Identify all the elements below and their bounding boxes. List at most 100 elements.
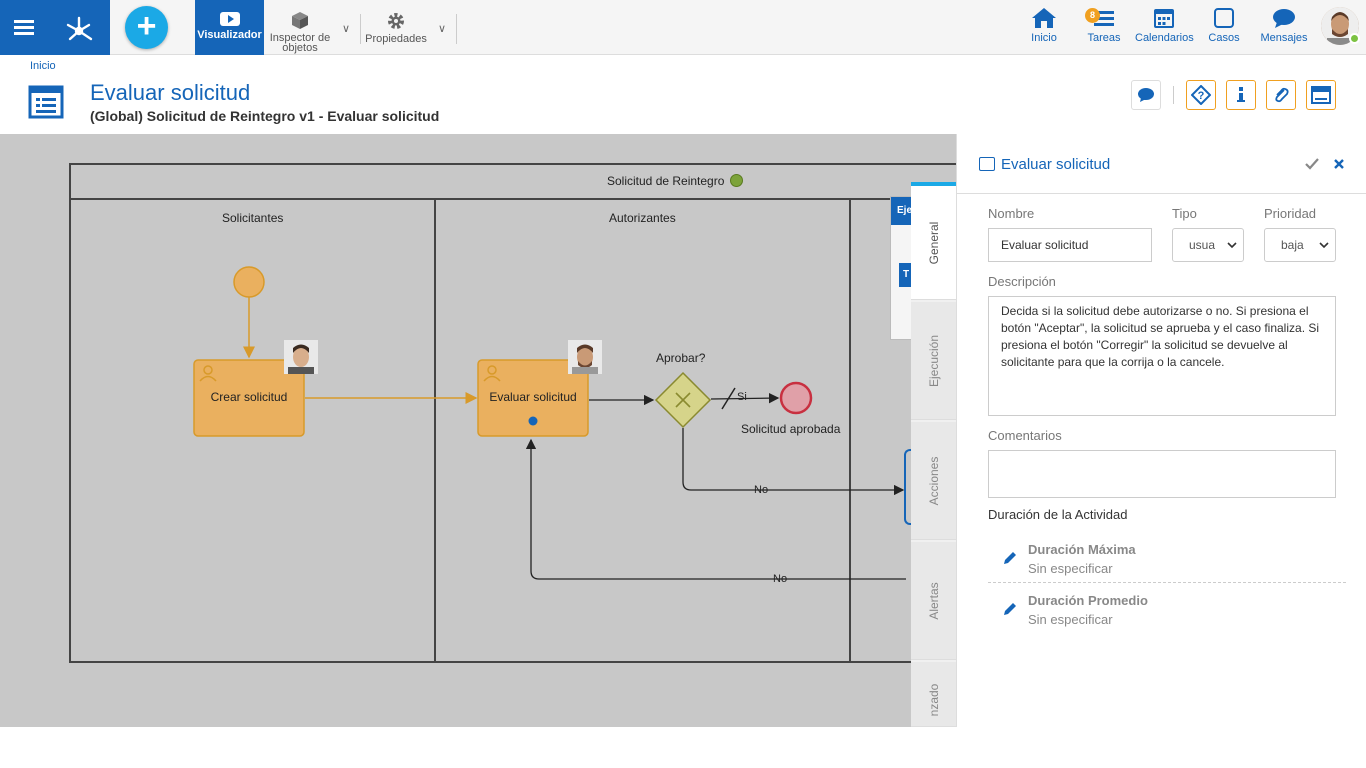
prioridad-select[interactable]: baja [1264,228,1336,262]
tab-acciones-label: Acciones [927,456,941,505]
tareas-badge: 8 [1085,8,1100,23]
svg-text:?: ? [1198,90,1205,102]
comment-button[interactable] [1131,80,1161,110]
flow-si-label: Si [737,391,747,403]
edit-icon[interactable] [1002,550,1018,566]
flow-no-label: No [754,484,769,496]
comment-icon [1138,88,1154,102]
breadcrumb[interactable]: Inicio [30,60,56,72]
nav-calendarios[interactable]: Calendarios [1135,6,1194,44]
case-icon [1214,8,1234,28]
nav-inicio-label: Inicio [1031,32,1057,44]
attachment-button[interactable] [1266,80,1296,110]
tab-avanzado-label: nzado [927,684,941,717]
panel-title: Evaluar solicitud [1001,156,1111,173]
top-bar: + Visualizador Inspector de objetos ∨ Pr… [0,0,1366,55]
nav-calendarios-label: Calendarios [1135,32,1194,44]
add-button[interactable]: + [125,6,168,49]
layout-icon [1311,86,1331,104]
chat-icon [1273,9,1295,28]
app-logo[interactable] [48,0,110,55]
comentarios-textarea[interactable] [988,450,1336,498]
start-event [233,266,265,298]
flow-no-2 [525,438,906,580]
end-event [779,381,813,415]
descripcion-textarea[interactable]: Decida si la solicitud debe autorizarse … [988,296,1336,416]
home-icon [1032,8,1056,28]
divider [988,582,1346,583]
chevron-down-icon [1227,241,1237,248]
tool-inspector[interactable]: Inspector de objetos [268,0,332,55]
duracion-label: Duración de la Actividad [988,507,1128,522]
task-crear-label[interactable]: Crear solicitud [194,390,304,404]
chevron-down-icon [1319,241,1329,248]
nav-casos[interactable]: Casos [1206,6,1242,44]
tab-acciones[interactable]: Acciones [911,422,957,540]
task-crear-avatar [284,340,318,374]
info-icon [1237,87,1245,102]
tipo-select[interactable]: usua [1172,228,1244,262]
nav-mensajes-label: Mensajes [1260,32,1308,44]
tool-propiedades[interactable]: Propiedades [363,0,429,55]
form-icon [28,85,64,119]
tab-ejecucion[interactable]: Ejecución [911,302,957,420]
close-icon[interactable] [1333,158,1345,170]
chevron-down-icon[interactable]: ∨ [438,22,446,35]
tab-alertas[interactable]: Alertas [911,542,957,660]
tab-ejecucion-label: Ejecución [927,334,941,387]
task-icon [979,157,995,171]
help-icon: ? [1191,85,1211,105]
toolbar-divider [456,14,457,44]
online-status-dot [1349,33,1360,44]
tool-propiedades-label: Propiedades [365,33,427,45]
dur-max-title: Duración Máxima [1028,542,1136,557]
menu-button[interactable] [0,0,48,55]
tool-inspector-label-2: objetos [282,42,318,54]
flow-no-label: No [773,573,788,585]
page-title: Evaluar solicitud [90,80,251,105]
tab-general[interactable]: General [911,182,957,300]
selected-marker [528,416,538,426]
toolbar-divider [360,14,361,44]
dur-prom-value: Sin especificar [1028,612,1113,627]
page-subtitle: (Global) Solicitud de Reintegro v1 - Eva… [90,108,440,124]
nombre-label: Nombre [988,206,1035,221]
confirm-icon[interactable] [1305,158,1319,170]
tipo-label: Tipo [1172,206,1197,221]
layout-button[interactable] [1306,80,1336,110]
nav-tareas-label: Tareas [1087,32,1121,44]
properties-panel: Evaluar solicitud Nombre Evaluar solicit… [956,134,1366,727]
descripcion-label: Descripción [988,274,1056,289]
tab-general-label: General [927,221,941,264]
task-evaluar-label[interactable]: Evaluar solicitud [478,390,588,404]
hamburger-icon [14,26,34,29]
nombre-input[interactable]: Evaluar solicitud [988,228,1152,262]
logo-icon [66,16,93,40]
dur-prom-title: Duración Promedio [1028,593,1148,608]
tool-visualizador[interactable]: Visualizador [195,0,264,55]
calendar-icon [1154,9,1174,28]
chevron-down-icon[interactable]: ∨ [342,22,350,35]
help-button[interactable]: ? [1186,80,1216,110]
nav-inicio[interactable]: Inicio [1026,6,1062,44]
panel-header: Evaluar solicitud [957,134,1366,194]
prioridad-select-value: baja [1281,238,1304,252]
edit-icon[interactable] [1002,601,1018,617]
tool-visualizador-label: Visualizador [197,29,262,41]
task-evaluar-avatar [568,340,602,374]
prioridad-label: Prioridad [1264,206,1317,221]
cube-icon [292,12,308,29]
comentarios-label: Comentarios [988,428,1062,443]
nav-mensajes[interactable]: Mensajes [1258,6,1310,44]
end-event-label: Solicitud aprobada [741,422,841,436]
paperclip-icon [1275,87,1289,103]
tab-avanzado[interactable]: nzado [911,662,957,727]
info-button[interactable] [1226,80,1256,110]
header-divider [1173,86,1174,104]
play-icon [219,12,240,26]
property-tabs: General Ejecución Acciones Alertas nzado [911,182,957,727]
gateway-label: Aprobar? [656,351,706,365]
gear-icon [388,13,404,29]
nav-casos-label: Casos [1208,32,1240,44]
tab-alertas-label: Alertas [927,581,941,620]
